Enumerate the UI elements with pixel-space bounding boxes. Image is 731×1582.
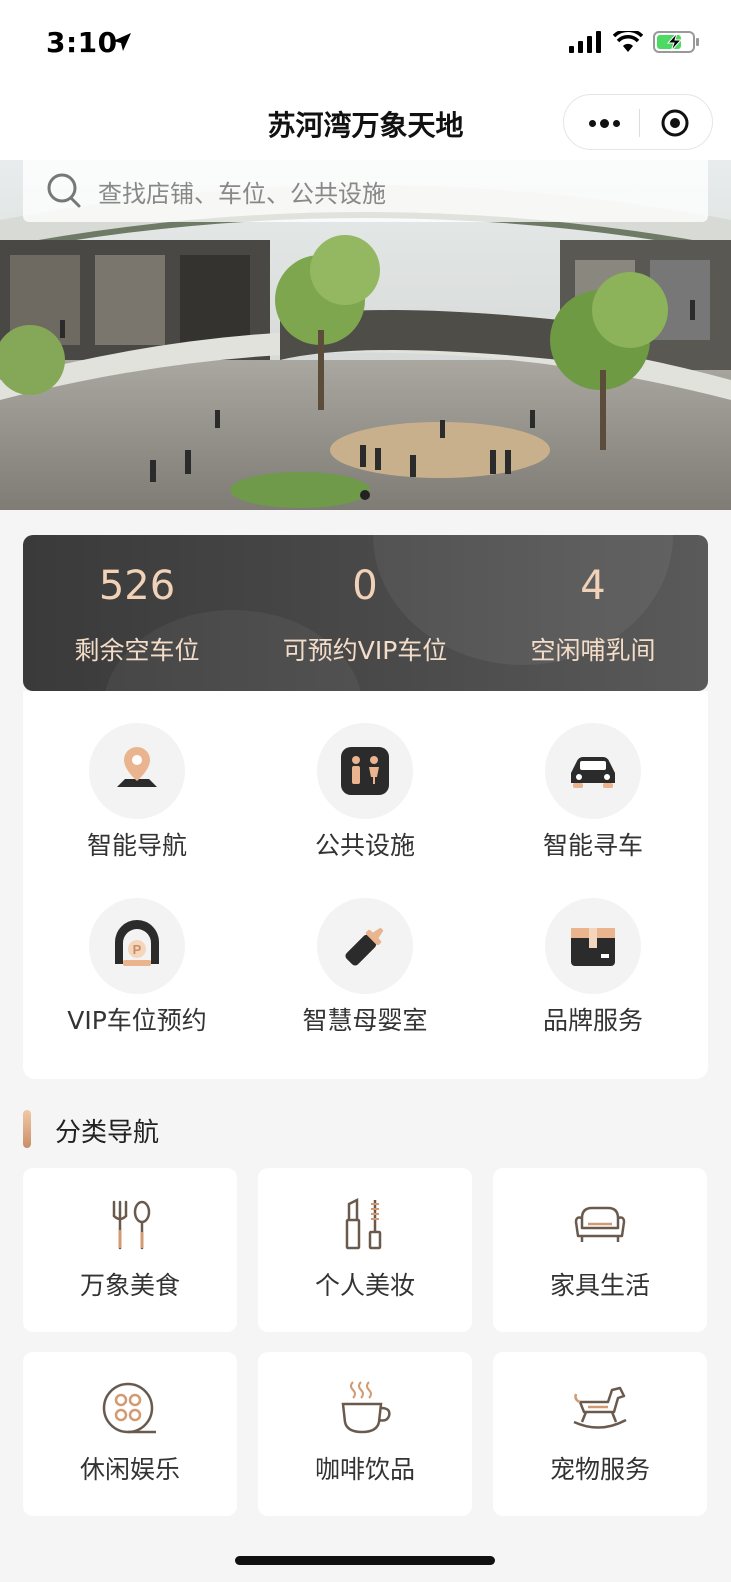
service-label: 智能寻车 bbox=[542, 831, 643, 860]
service-label: VIP车位预约 bbox=[67, 1006, 207, 1035]
location-arrow-icon bbox=[113, 33, 131, 51]
stat-label: 空闲哺乳间 bbox=[530, 636, 656, 665]
restroom-icon bbox=[341, 747, 389, 795]
stat-free-parking[interactable]: 526 剩余空车位 bbox=[23, 535, 251, 691]
coffee-cup-icon bbox=[341, 1381, 391, 1434]
service-nursing-room[interactable]: 智慧母婴室 bbox=[251, 866, 479, 1041]
section-title: 分类导航 bbox=[55, 1118, 160, 1148]
category-label: 个人美妆 bbox=[314, 1271, 415, 1300]
category-label: 家具生活 bbox=[549, 1271, 650, 1300]
status-bar: 3:10 bbox=[0, 0, 731, 88]
category-pet[interactable]: 宠物服务 bbox=[493, 1352, 707, 1516]
category-label: 万象美食 bbox=[79, 1271, 180, 1300]
service-label: 智慧母婴室 bbox=[302, 1006, 428, 1035]
stat-value: 4 bbox=[580, 563, 606, 609]
service-find-car[interactable]: 智能寻车 bbox=[479, 691, 707, 866]
carousel-indicator bbox=[360, 490, 370, 500]
category-coffee[interactable]: 咖啡饮品 bbox=[258, 1352, 472, 1516]
battery-charging-icon bbox=[653, 31, 699, 53]
service-smart-navigation[interactable]: 智能导航 bbox=[23, 691, 251, 866]
close-target-icon[interactable] bbox=[660, 108, 690, 138]
section-accent-bar bbox=[23, 1110, 31, 1148]
service-label: 品牌服务 bbox=[542, 1006, 643, 1035]
sofa-icon bbox=[574, 1206, 626, 1242]
service-vip-parking[interactable]: P VIP车位预约 bbox=[23, 866, 251, 1041]
location-pin-icon bbox=[117, 747, 157, 787]
more-icon[interactable] bbox=[586, 109, 622, 137]
search-bar[interactable]: 查找店铺、车位、公共设施 bbox=[23, 160, 708, 222]
services-grid: 智能导航 公共设施 智能寻车 P VIP车位预约 智慧母婴室 品牌服务 bbox=[23, 691, 708, 1079]
category-home[interactable]: 家具生活 bbox=[493, 1168, 707, 1332]
category-entertainment[interactable]: 休闲娱乐 bbox=[23, 1352, 237, 1516]
category-food[interactable]: 万象美食 bbox=[23, 1168, 237, 1332]
stat-nursing-room[interactable]: 4 空闲哺乳间 bbox=[479, 535, 707, 691]
stat-value: 0 bbox=[352, 563, 378, 609]
stats-card: 526 剩余空车位 0 可预约VIP车位 4 空闲哺乳间 bbox=[23, 535, 708, 691]
stat-label: 剩余空车位 bbox=[74, 636, 200, 665]
vip-parking-icon: P bbox=[115, 920, 159, 966]
category-label: 休闲娱乐 bbox=[79, 1455, 180, 1484]
package-icon bbox=[571, 928, 615, 966]
lipstick-icon bbox=[345, 1197, 382, 1250]
capsule-divider bbox=[639, 109, 640, 137]
stat-vip-parking[interactable]: 0 可预约VIP车位 bbox=[251, 535, 479, 691]
service-label: 公共设施 bbox=[314, 831, 415, 860]
nav-bar: 苏河湾万象天地 bbox=[0, 88, 731, 160]
category-beauty[interactable]: 个人美妆 bbox=[258, 1168, 472, 1332]
svg-text:P: P bbox=[133, 942, 142, 957]
status-icons bbox=[569, 30, 701, 54]
category-label: 咖啡饮品 bbox=[314, 1455, 415, 1484]
status-time: 3:10 bbox=[46, 26, 118, 59]
search-icon bbox=[47, 173, 81, 208]
service-public-facilities[interactable]: 公共设施 bbox=[251, 691, 479, 866]
car-icon bbox=[571, 757, 615, 788]
film-reel-icon bbox=[102, 1382, 156, 1434]
stat-label: 可预约VIP车位 bbox=[282, 636, 448, 665]
signal-icon bbox=[569, 31, 601, 53]
category-label: 宠物服务 bbox=[549, 1455, 650, 1484]
home-indicator[interactable] bbox=[235, 1556, 495, 1565]
wifi-icon bbox=[613, 31, 643, 52]
baby-bottle-icon bbox=[345, 927, 384, 966]
service-label: 智能导航 bbox=[86, 831, 187, 860]
fork-spoon-icon bbox=[112, 1200, 151, 1250]
mini-program-capsule bbox=[563, 94, 713, 150]
stat-value: 526 bbox=[98, 563, 176, 609]
rocking-horse-icon bbox=[573, 1386, 627, 1429]
search-placeholder: 查找店铺、车位、公共设施 bbox=[98, 180, 386, 208]
service-brand[interactable]: 品牌服务 bbox=[479, 866, 707, 1041]
